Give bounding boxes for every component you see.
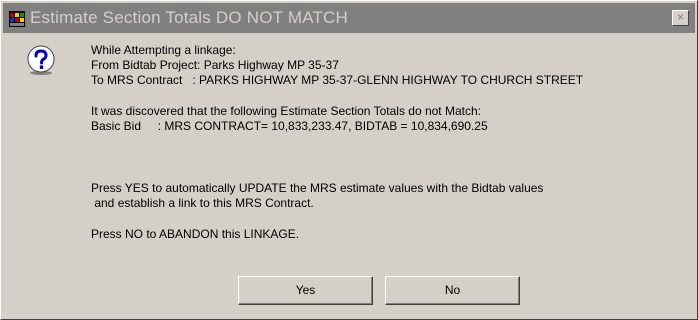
no-button[interactable]: No [385,276,520,305]
message-line-8: Press NO to ABANDON this LINKAGE. [91,227,300,241]
message-line-1: While Attempting a linkage: [91,43,236,57]
dialog-title: Estimate Section Totals DO NOT MATCH [30,8,349,27]
message-line-7: and establish a link to this MRS Contrac… [91,196,314,210]
message-line-4: It was discovered that the following Est… [91,104,481,118]
message-line-6: Press YES to automatically UPDATE the MR… [91,181,544,195]
dialog-window: Estimate Section Totals DO NOT MATCH × W… [0,0,698,320]
message-line-2: From Bidtab Project: Parks Highway MP 35… [91,58,339,72]
question-icon [27,45,55,75]
close-button[interactable]: × [672,10,689,26]
message-line-3: To MRS Contract : PARKS HIGHWAY MP 35-37… [91,73,584,87]
message-line-5: Basic Bid : MRS CONTRACT= 10,833,233.47,… [91,119,488,133]
app-icon [9,11,25,27]
title-bar[interactable]: Estimate Section Totals DO NOT MATCH × [3,3,695,33]
yes-button[interactable]: Yes [238,276,373,305]
